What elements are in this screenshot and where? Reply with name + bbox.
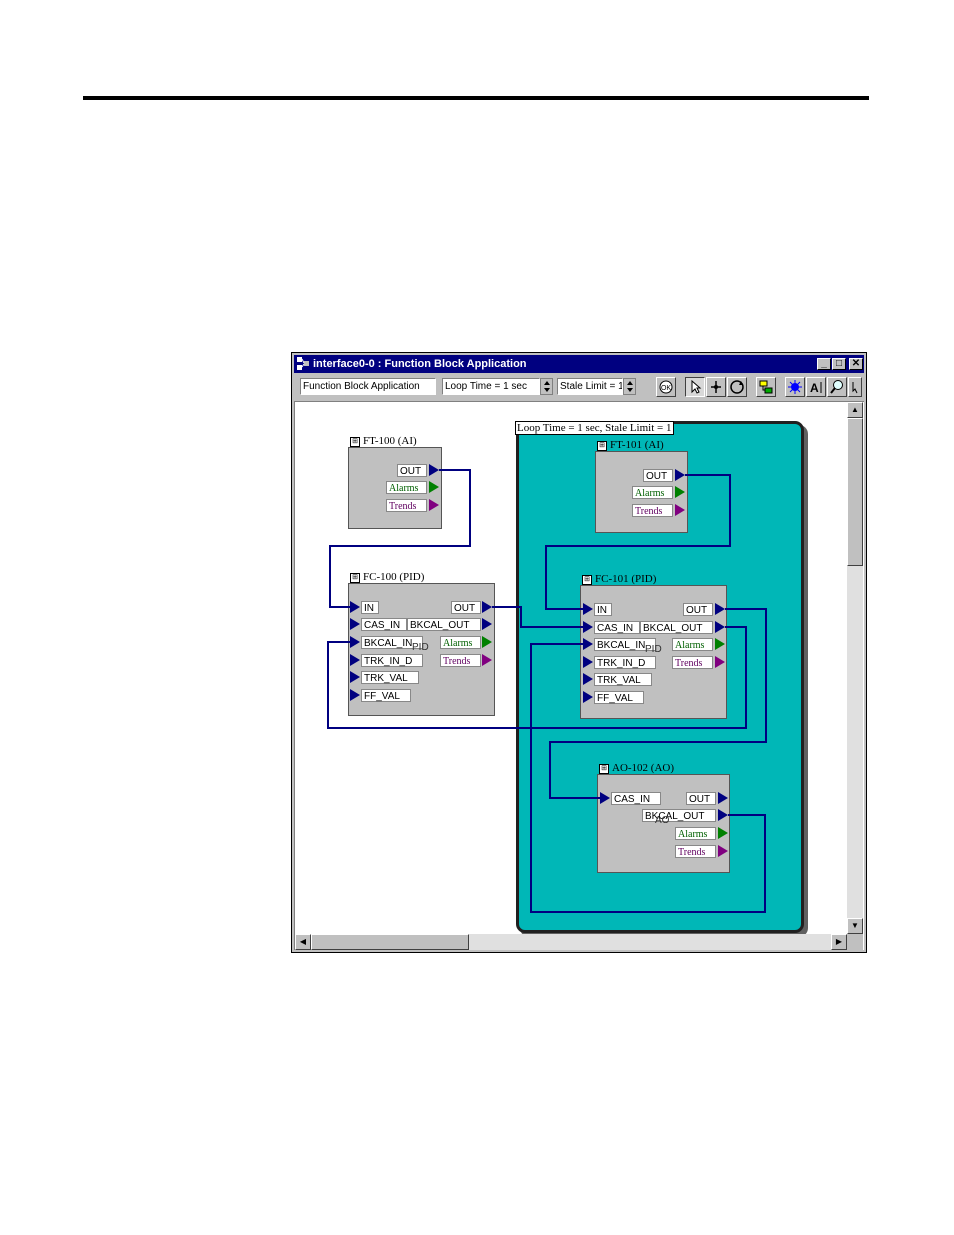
app-icon [297, 357, 309, 370]
vertical-scroll-thumb[interactable] [847, 418, 863, 566]
stale-limit-spinner[interactable] [623, 378, 636, 395]
svg-text:A: A [810, 381, 819, 395]
stale-limit-field[interactable]: Stale Limit = 1 [557, 378, 623, 395]
maximize-button[interactable]: □ [832, 358, 846, 370]
close-button[interactable]: ✕ [849, 358, 863, 370]
horizontal-scroll-thumb[interactable] [311, 934, 469, 950]
scroll-left-button[interactable]: ◀ [295, 934, 311, 950]
function-block-window: interface0-0 : Function Block Applicatio… [291, 352, 867, 953]
horizontal-scrollbar[interactable]: ◀ ▶ [295, 934, 847, 950]
link-tool-button[interactable] [706, 377, 726, 397]
loop-tool-button[interactable] [727, 377, 747, 397]
pointer-icon [691, 379, 702, 394]
svg-text:OK: OK [661, 385, 671, 392]
ai-icon: A [810, 381, 822, 395]
wire-fc101-out-to-ao102-cas-in [549, 608, 767, 799]
link-icon [711, 381, 721, 393]
wire-ao102-bkcal-out-to-fc101-bkcal-in [530, 643, 766, 913]
ok-icon: OK [659, 380, 673, 394]
loop-icon [730, 380, 744, 394]
wire-layer [327, 469, 767, 913]
window-title: interface0-0 : Function Block Applicatio… [313, 358, 527, 370]
download-button[interactable] [756, 377, 776, 397]
wire-ft100-out-to-fc100-in [329, 469, 471, 608]
scrollbar-corner [847, 934, 863, 950]
loop-time-spinner[interactable] [540, 378, 553, 395]
diagram-canvas[interactable]: Loop Time = 1 sec, Stale Limit = 1 ⊞ FT-… [294, 401, 864, 950]
scroll-up-button[interactable]: ▲ [847, 402, 863, 418]
wire-fc101-bkcal-out-to-fc100-bkcal-in [327, 626, 747, 729]
debug-button[interactable] [785, 377, 805, 397]
ai-button[interactable]: A [806, 377, 826, 397]
minimize-button[interactable]: _ [817, 358, 831, 370]
title-bar[interactable]: interface0-0 : Function Block Applicatio… [294, 355, 864, 373]
help-button[interactable] [848, 377, 862, 397]
scroll-down-button[interactable]: ▼ [847, 918, 863, 934]
help-icon [852, 382, 858, 394]
header-rule [83, 96, 869, 100]
pointer-tool-button[interactable] [685, 377, 705, 397]
scroll-right-button[interactable]: ▶ [831, 934, 847, 950]
debug-icon [788, 380, 802, 394]
toolbar: Function Block Application Loop Time = 1… [294, 375, 864, 399]
loop-time-field[interactable]: Loop Time = 1 sec [442, 378, 540, 395]
zoom-icon [830, 380, 843, 394]
ok-button[interactable]: OK [656, 377, 676, 397]
download-icon [759, 380, 773, 394]
wire-ft101-out-to-fc101-in [545, 474, 731, 610]
application-name-field[interactable]: Function Block Application [300, 378, 436, 395]
vertical-scrollbar[interactable]: ▲ ▼ [847, 402, 863, 934]
zoom-button[interactable] [827, 377, 847, 397]
